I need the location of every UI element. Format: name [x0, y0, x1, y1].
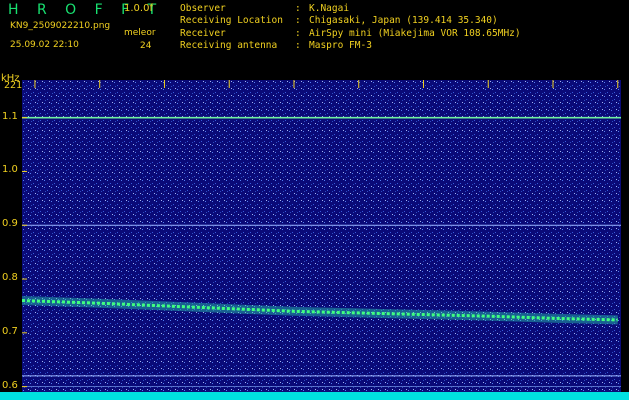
y-tick-label: 0.8: [2, 272, 18, 284]
info-row: Receiver: AirSpy mini (Miakejima VOR 108.…: [180, 27, 521, 39]
spectrogram: [22, 80, 621, 392]
baseline-bar: [0, 392, 629, 400]
y-tick-label: 0.6: [2, 379, 18, 391]
version-label: 1.0.0f: [124, 3, 153, 14]
y-tick-label: 0.7: [2, 325, 18, 337]
count-label: 24: [140, 41, 152, 51]
info-row: Receiving antenna: Maspro FM-3: [180, 39, 372, 51]
y-tick-label: 0.9: [2, 218, 18, 230]
filename-label: KN9_2509022210.png: [10, 21, 111, 31]
station-info: Observer: K.Nagai Receiving Location: Chig…: [180, 3, 521, 52]
noise-texture: [22, 80, 621, 392]
y-tick-label: 1.1: [2, 110, 18, 122]
y-tick-label: 1.0: [2, 164, 18, 176]
timestamp-label: 25.09.02 22:10: [10, 40, 79, 50]
header-panel: H R O F F T 1.0.0f KN9_2509022210.png 25…: [0, 0, 629, 80]
info-row: Observer: K.Nagai: [180, 3, 350, 14]
mode-label: meleor: [124, 28, 156, 38]
info-row: Receiving Location: Chigasaki, Japan (139…: [180, 15, 498, 27]
